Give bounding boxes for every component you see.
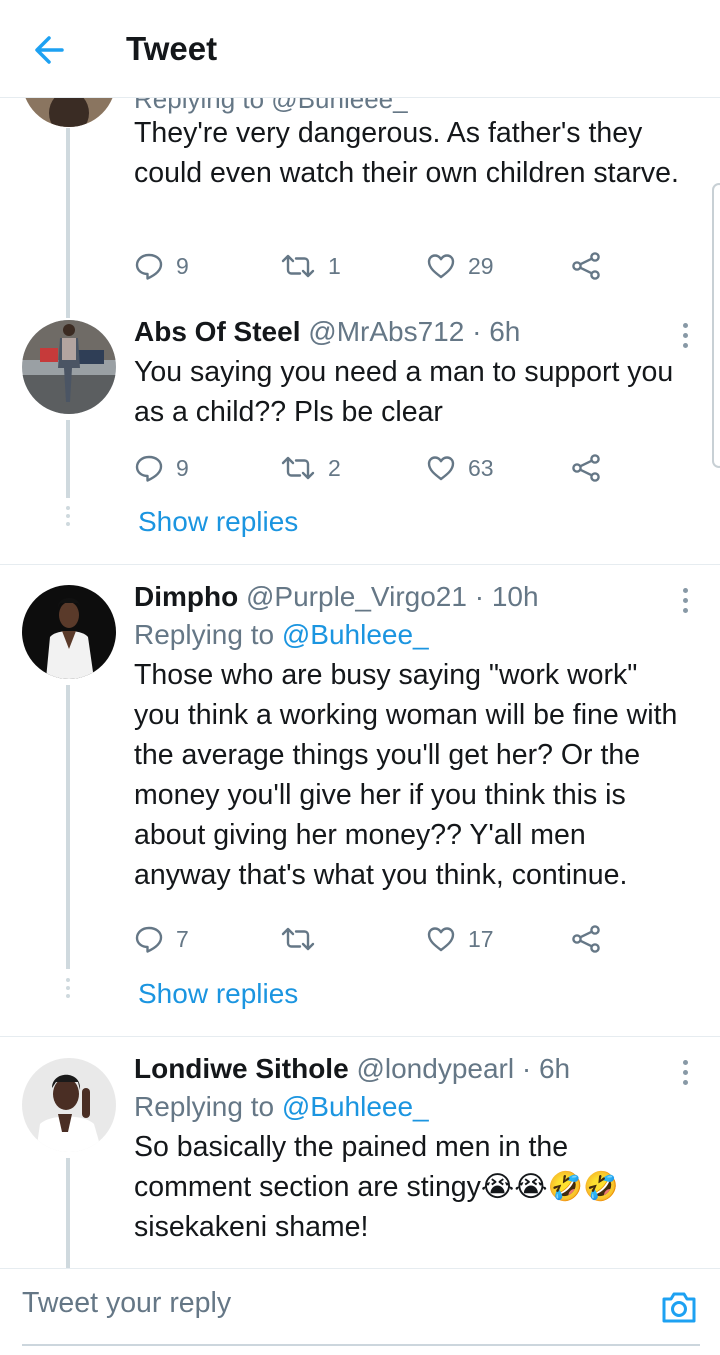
tweet-header: Abs Of Steel @MrAbs712 · 6h: [134, 316, 679, 348]
reply-count: 9: [176, 454, 189, 481]
thread-dots: [66, 506, 70, 530]
tweet[interactable]: Londiwe Sithole @londypearl · 6h Replyin…: [134, 1053, 679, 1247]
tweet-text-line: So basically the pained men in the: [134, 1131, 569, 1163]
replying-to: Replying to @Buhleee_: [134, 1091, 679, 1123]
back-arrow-icon: [35, 36, 64, 64]
tweet-text: They're very dangerous. As father's they…: [134, 117, 679, 189]
replying-label: Replying to: [134, 1091, 275, 1122]
tweet-actions: 9 1 29: [134, 246, 614, 286]
show-replies-link[interactable]: Show replies: [138, 978, 298, 1010]
thread-line: [66, 420, 70, 498]
mention-link[interactable]: @Buhleee_: [282, 1091, 429, 1122]
camera-button[interactable]: [660, 1289, 698, 1325]
reply-icon: [135, 253, 163, 280]
retweet-icon: [281, 927, 315, 951]
show-replies-link[interactable]: Show replies: [138, 506, 298, 538]
retweet-icon: [281, 254, 315, 278]
scroll-edge: [712, 183, 720, 468]
reply-icon: [135, 455, 163, 482]
avatar[interactable]: [22, 585, 116, 679]
like-count: 63: [468, 454, 494, 481]
tweet-actions: 9 2 63: [134, 448, 614, 488]
divider: [0, 1036, 720, 1037]
emoji-run: 😭😭🤣🤣: [480, 1171, 619, 1203]
tweet[interactable]: Abs Of Steel @MrAbs712 · 6h You saying y…: [134, 316, 679, 432]
retweet-button[interactable]: 1: [280, 246, 341, 286]
tweet[interactable]: They're very dangerous. As father's they…: [134, 109, 679, 193]
input-underline: [22, 1344, 700, 1346]
back-button[interactable]: [30, 28, 70, 72]
reply-button[interactable]: 7: [134, 919, 189, 959]
thread-line: [66, 128, 70, 318]
reply-button[interactable]: 9: [134, 448, 189, 488]
like-button[interactable]: 63: [426, 448, 494, 488]
share-button[interactable]: [570, 448, 602, 488]
separator: ·: [472, 316, 482, 347]
retweet-button[interactable]: [280, 919, 328, 959]
tweet-text-line: sisekakeni shame!: [134, 1211, 369, 1243]
author-name[interactable]: Londiwe Sithole: [134, 1053, 349, 1084]
replying-label: Replying to: [134, 619, 275, 650]
retweet-count: 2: [328, 454, 341, 481]
thread-line: [66, 685, 70, 969]
thread-dots: [66, 978, 70, 1002]
author-handle[interactable]: @MrAbs712: [308, 316, 464, 347]
retweet-count: 1: [328, 252, 341, 279]
retweet-icon: [281, 456, 315, 480]
avatar[interactable]: [22, 98, 116, 127]
reply-icon: [135, 926, 163, 953]
reply-count: 9: [176, 252, 189, 279]
like-button[interactable]: 17: [426, 919, 494, 959]
page-title: Tweet: [126, 30, 218, 67]
tweet-header: Londiwe Sithole @londypearl · 6h: [134, 1053, 679, 1085]
avatar[interactable]: [22, 1058, 116, 1152]
author-name[interactable]: Abs Of Steel: [134, 316, 300, 347]
reply-button[interactable]: 9: [134, 246, 189, 286]
reply-feed[interactable]: Replying to @Buhleee_ They're very dange…: [0, 98, 720, 1268]
like-count: 17: [468, 925, 494, 952]
tweet-actions: 7 17: [134, 919, 614, 959]
tweet-text-segment: comment section are stingy: [134, 1171, 481, 1203]
app-bar: Tweet: [0, 0, 720, 98]
share-icon: [572, 252, 600, 280]
like-icon: [427, 927, 455, 952]
reply-composer: Tweet your reply: [0, 1268, 720, 1355]
more-icon[interactable]: [680, 323, 690, 353]
tweet-header: Dimpho @Purple_Virgo21 · 10h: [134, 581, 679, 613]
divider: [0, 564, 720, 565]
camera-icon: [662, 1292, 696, 1323]
tweet-text: Those who are busy saying "work work" yo…: [134, 659, 678, 891]
thread-line: [66, 1158, 70, 1268]
separator: ·: [521, 1053, 532, 1084]
like-icon: [427, 456, 455, 481]
share-icon: [572, 454, 600, 482]
like-icon: [427, 254, 455, 279]
tweet-time: 6h: [489, 316, 521, 347]
replying-to: Replying to @Buhleee_: [134, 619, 679, 651]
tweet-text: So basically the pained men in the comme…: [134, 1127, 679, 1247]
share-button[interactable]: [570, 919, 602, 959]
separator: ·: [474, 581, 485, 612]
retweet-button[interactable]: 2: [280, 448, 341, 488]
author-name[interactable]: Dimpho: [134, 581, 238, 612]
author-handle[interactable]: @Purple_Virgo21: [246, 581, 467, 612]
author-handle[interactable]: @londypearl: [356, 1053, 514, 1084]
more-icon[interactable]: [680, 1060, 690, 1090]
more-icon[interactable]: [680, 588, 690, 618]
tweet-time: 10h: [491, 581, 539, 612]
avatar[interactable]: [22, 320, 116, 414]
reply-count: 7: [176, 925, 189, 952]
tweet-text: You saying you need a man to support you…: [134, 356, 674, 428]
tweet[interactable]: Dimpho @Purple_Virgo21 · 10h Replying to…: [134, 581, 679, 895]
tweet-text-line: comment section are stingy😭😭🤣🤣: [134, 1167, 679, 1207]
mention-link[interactable]: @Buhleee_: [282, 619, 429, 650]
reply-input[interactable]: Tweet your reply: [22, 1287, 231, 1320]
share-button[interactable]: [570, 246, 602, 286]
like-button[interactable]: 29: [426, 246, 494, 286]
share-icon: [572, 925, 600, 953]
like-count: 29: [468, 252, 494, 279]
tweet-time: 6h: [538, 1053, 571, 1084]
